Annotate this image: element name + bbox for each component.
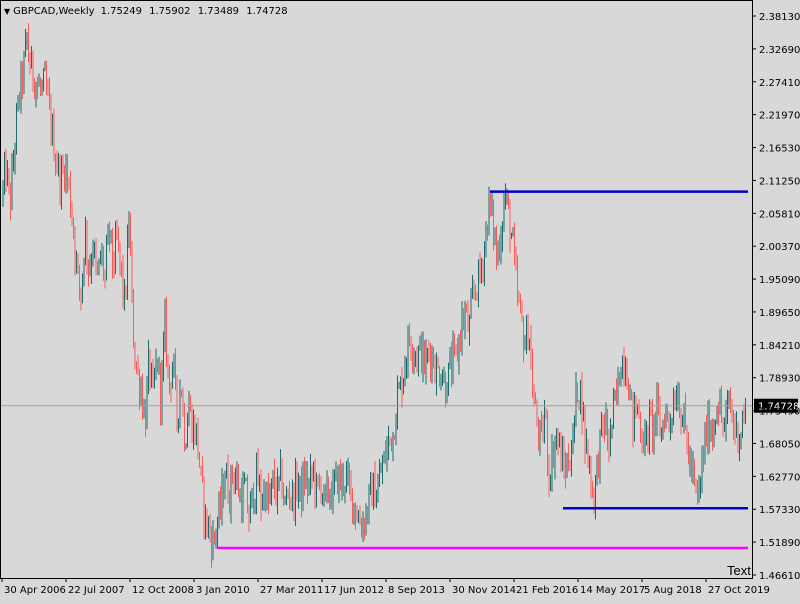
candles-group xyxy=(2,23,746,569)
price-tick-label: 2.11250 xyxy=(759,176,800,187)
price-tick-label: 2.38130 xyxy=(759,12,800,23)
symbol-header: ▼ GBPCAD,Weekly 1.75249 1.75902 1.73489 … xyxy=(4,4,292,18)
price-tick-label: 2.05810 xyxy=(759,209,800,220)
price-tick-label: 1.62770 xyxy=(759,472,800,483)
time-tick-label: 17 Jun 2012 xyxy=(324,585,384,596)
price-tick-label: 1.68050 xyxy=(759,439,800,450)
price-tick-label: 1.78930 xyxy=(759,374,800,385)
price-tick-label: 1.95090 xyxy=(759,275,800,286)
time-tick-label: 22 Jul 2007 xyxy=(68,585,125,596)
time-tick-label: 21 Feb 2016 xyxy=(516,585,578,596)
price-tick-label: 2.27410 xyxy=(759,78,800,89)
ohlc-values: 1.75249 1.75902 1.73489 1.74728 xyxy=(101,6,292,17)
low-value: 1.73489 xyxy=(197,5,240,17)
dropdown-triangle-icon[interactable]: ▼ xyxy=(4,7,10,16)
time-tick-label: 27 Mar 2011 xyxy=(260,585,323,596)
chart-svg: 1.74728 2.38130 2.32690 2.27410 2.21970 2.16… xyxy=(0,0,800,596)
price-tick-label: 1.73490 xyxy=(759,407,800,418)
price-tick-label: 2.32690 xyxy=(759,45,800,56)
price-tick-label: 1.57330 xyxy=(759,505,800,516)
time-tick-label: 30 Apr 2006 xyxy=(4,585,66,596)
time-tick-label: 8 Sep 2013 xyxy=(388,585,445,596)
price-tick-label: 2.16530 xyxy=(759,144,800,155)
time-tick-label: 3 Jan 2010 xyxy=(196,585,250,596)
chart-area[interactable]: 1.74728 2.38130 2.32690 2.27410 2.21970 2.16… xyxy=(0,0,800,600)
corner-text-label: Text xyxy=(727,563,751,578)
time-axis: 30 Apr 2006 22 Jul 2007 12 Oct 2008 3 Jan 2… xyxy=(1,578,770,596)
price-tick-label: 2.21970 xyxy=(759,111,800,122)
price-tick-label: 1.89650 xyxy=(759,308,800,319)
price-tick-label: 1.46610 xyxy=(759,571,800,582)
price-tick-label: 1.51890 xyxy=(759,538,800,549)
price-tick-label: 1.84210 xyxy=(759,341,800,352)
price-axis: 2.38130 2.32690 2.27410 2.21970 2.16530 2.112… xyxy=(752,12,800,582)
price-tick-label: 2.00370 xyxy=(759,242,800,253)
time-tick-label: 30 Nov 2014 xyxy=(452,585,516,596)
time-tick-label: 5 Aug 2018 xyxy=(644,585,702,596)
time-tick-label: 14 May 2017 xyxy=(580,585,645,596)
close-value: 1.74728 xyxy=(246,5,288,17)
time-tick-label: 27 Oct 2019 xyxy=(708,585,770,596)
high-value: 1.75902 xyxy=(149,5,191,17)
symbol-timeframe: GBPCAD,Weekly xyxy=(13,5,95,17)
time-tick-label: 12 Oct 2008 xyxy=(132,585,194,596)
open-value: 1.75249 xyxy=(100,5,142,17)
